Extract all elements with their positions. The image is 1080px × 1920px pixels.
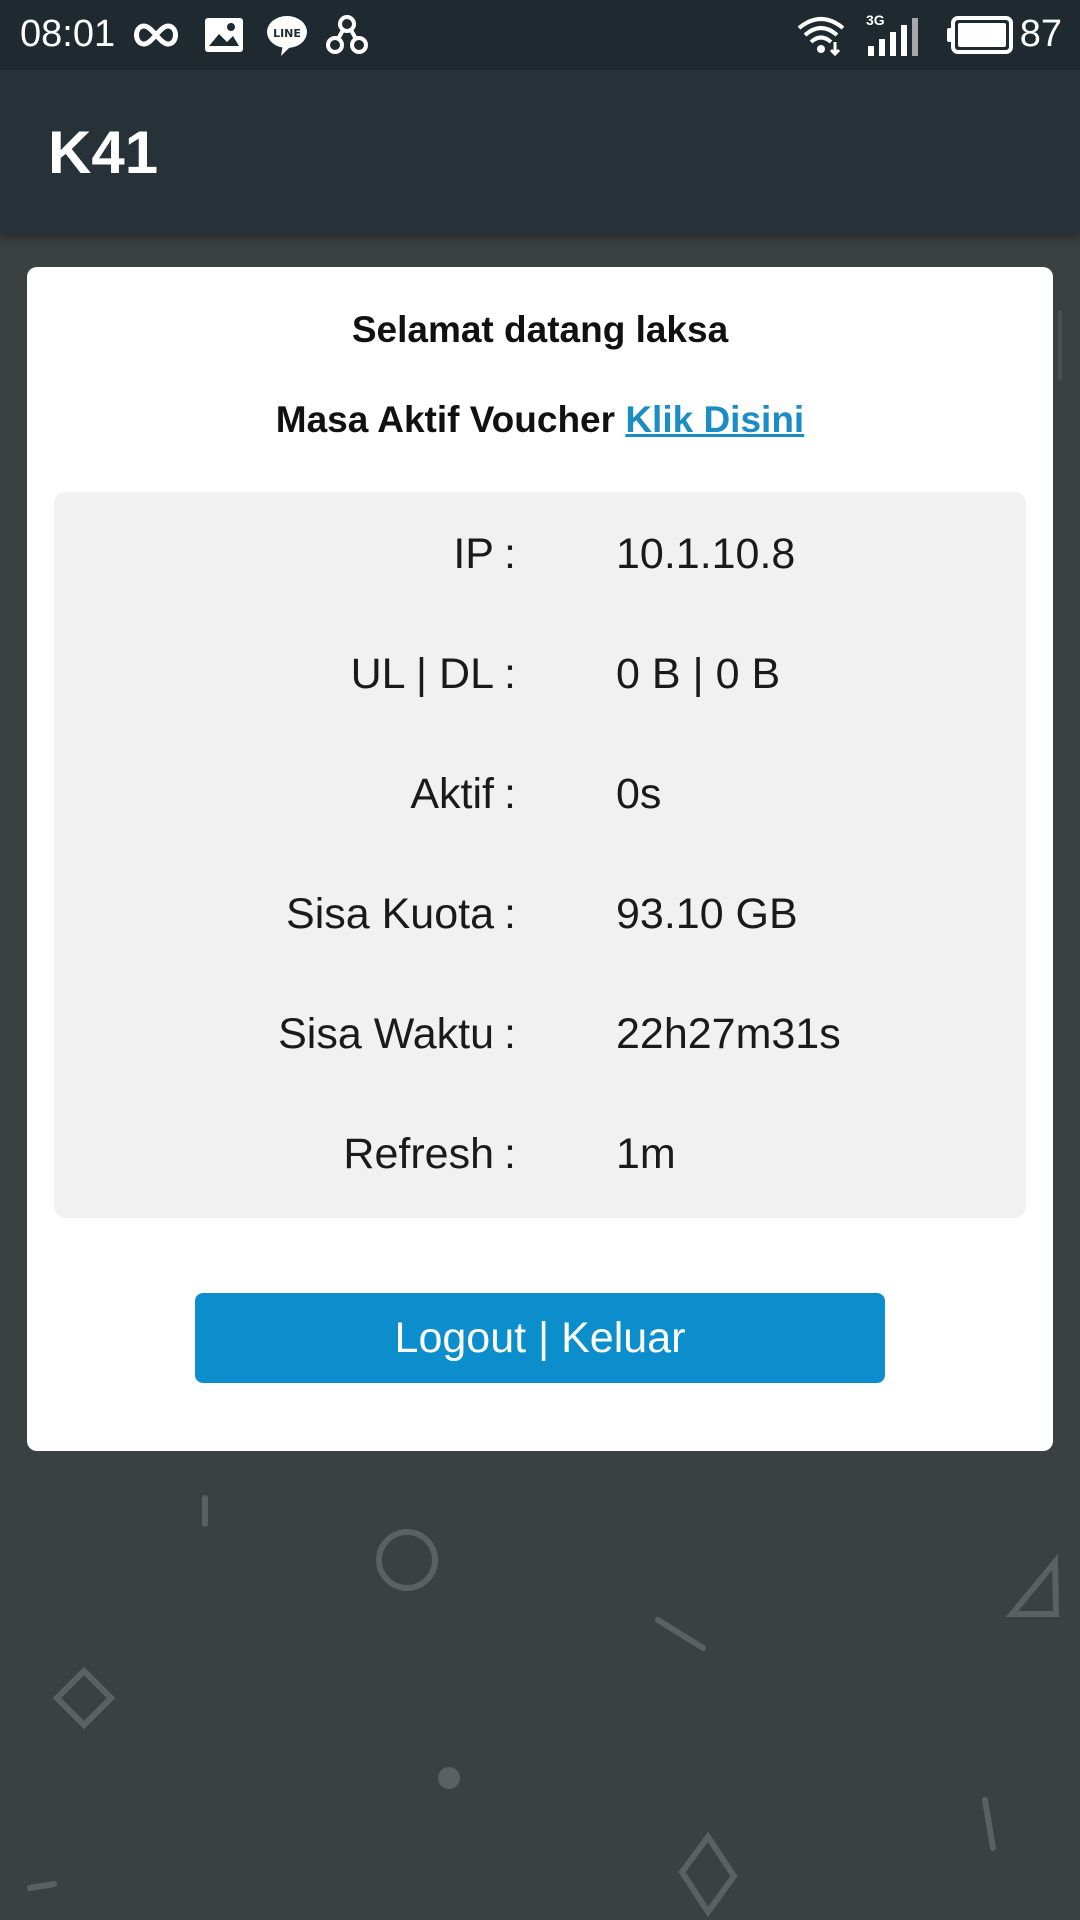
decor-triangle [1005, 1553, 1060, 1617]
svg-text:LINE: LINE [273, 27, 301, 40]
voucher-text: Masa Aktif Voucher [275, 399, 616, 440]
decor-dash [655, 1617, 706, 1651]
info-value: 10.1.10.8 [616, 530, 796, 578]
voucher-line: Masa Aktif Voucher Klik Disini [0, 395, 1080, 445]
decor-diamond [52, 1666, 116, 1730]
info-label: IP [453, 530, 494, 578]
signal-icon [868, 18, 918, 56]
info-label: Aktif [410, 770, 494, 818]
line-app-icon: LINE [267, 16, 307, 56]
info-row-ip: IP : 10.1.10.8 [54, 514, 1026, 594]
info-separator: : [504, 530, 516, 578]
image-icon [205, 18, 243, 52]
battery-level: 87 [1019, 13, 1062, 55]
info-value: 0s [616, 770, 662, 818]
decor-circle [376, 1529, 438, 1591]
info-panel: IP : 10.1.10.8 UL | DL : 0 B | 0 B Aktif… [54, 492, 1026, 1218]
app-bar: K41 [0, 70, 1080, 234]
info-value: 93.10 GB [616, 890, 798, 938]
info-separator: : [504, 770, 516, 818]
info-label: Sisa Kuota [286, 890, 494, 938]
info-separator: : [504, 1130, 516, 1178]
status-bar: 08:01 LINE 3G 87 [0, 0, 1080, 70]
app-title: K41 [48, 119, 159, 186]
decor-dash [982, 1797, 996, 1851]
info-separator: : [504, 650, 516, 698]
info-value: 22h27m31s [616, 1010, 841, 1058]
info-value: 1m [616, 1130, 676, 1178]
info-row-sisa-kuota: Sisa Kuota : 93.10 GB [54, 874, 1026, 954]
decor-dot [438, 1767, 460, 1789]
info-row-sisa-waktu: Sisa Waktu : 22h27m31s [54, 994, 1026, 1074]
info-separator: : [504, 1010, 516, 1058]
info-row-refresh: Refresh : 1m [54, 1114, 1026, 1194]
info-value: 0 B | 0 B [616, 650, 781, 698]
infinity-icon [134, 23, 178, 47]
info-label: UL | DL [350, 650, 494, 698]
link-icon [326, 15, 368, 54]
info-label: Refresh [343, 1130, 494, 1178]
decor-dash [27, 1881, 57, 1891]
decor-diamond [678, 1831, 738, 1918]
welcome-heading: Selamat datang laksa [351, 309, 729, 350]
info-separator: : [504, 890, 516, 938]
info-label: Sisa Waktu [278, 1010, 494, 1058]
info-row-ul-dl: UL | DL : 0 B | 0 B [54, 634, 1026, 714]
wifi-icon [797, 17, 845, 57]
voucher-link[interactable]: Klik Disini [625, 399, 804, 440]
logout-button[interactable]: Logout | Keluar [195, 1293, 885, 1383]
battery-icon [947, 16, 1013, 54]
info-row-aktif: Aktif : 0s [54, 754, 1026, 834]
status-time: 08:01 [20, 13, 116, 55]
